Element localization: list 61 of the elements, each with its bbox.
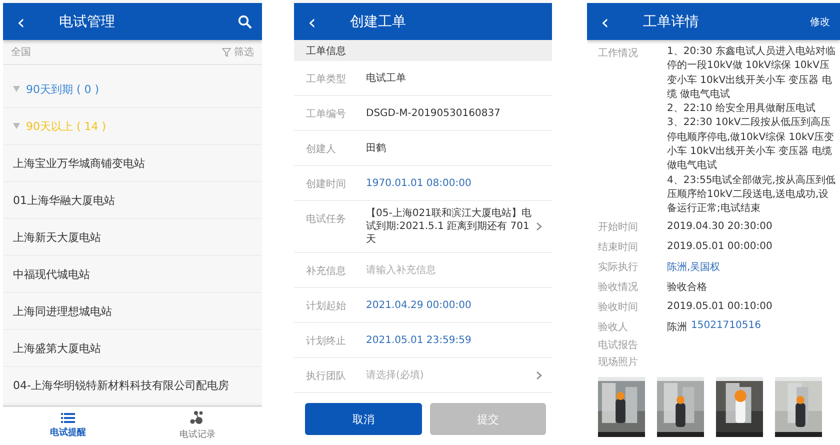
network-icon bbox=[190, 411, 204, 425]
field-label: 结束时间 bbox=[598, 240, 639, 254]
section-header: 工单信息 bbox=[294, 40, 552, 61]
station-item[interactable]: 上海同进理想城电站 bbox=[3, 293, 262, 330]
task-picker[interactable]: 【05-上海021联和滨江大厦电站】电试到期:2021.5.1 距离到期还有 701 天 bbox=[366, 201, 532, 252]
screen-title: 工单详情 bbox=[642, 12, 700, 30]
field-value: 陈洲 bbox=[667, 320, 687, 334]
action-button[interactable]: 取消 bbox=[305, 403, 422, 435]
field-label: 执行团队 bbox=[306, 370, 347, 383]
screen-title: 创建工单 bbox=[349, 12, 407, 30]
field-label: 创建时间 bbox=[306, 178, 347, 191]
field-value: 2019.04.30 20:30:00 bbox=[667, 221, 772, 232]
date-field[interactable]: 1970.01.01 08:00:00 bbox=[366, 178, 542, 188]
back-button[interactable]: ‹ bbox=[601, 12, 631, 32]
group-header[interactable]: 90天到期 ( 0 ) bbox=[3, 71, 262, 108]
chevron-icon bbox=[536, 370, 542, 380]
field-value: 2019.05.01 00:00:00 bbox=[667, 241, 772, 252]
contact-link[interactable]: 陈洲,吴国权 bbox=[667, 260, 720, 274]
field-label: 补充信息 bbox=[306, 264, 347, 278]
station-item[interactable]: 上海新天大厦电站 bbox=[3, 219, 262, 256]
field-label: 工作情况 bbox=[598, 46, 639, 61]
bottom-tab[interactable]: 电试记录 bbox=[132, 407, 262, 445]
field-label: 实际执行 bbox=[598, 260, 639, 274]
filter-icon[interactable] bbox=[222, 48, 231, 56]
contact-link[interactable]: 15021710516 bbox=[691, 320, 761, 334]
section-label: 电试报告 bbox=[598, 338, 639, 353]
date-field[interactable]: 2021.05.01 23:59:59 bbox=[366, 334, 542, 346]
back-button[interactable]: ‹ bbox=[17, 12, 47, 32]
field-value: 2019.05.01 00:10:00 bbox=[667, 301, 772, 312]
station-item[interactable]: 04-上海华明锐特新材料科技有限公司配电房 bbox=[3, 367, 262, 404]
field-label: 计划终止 bbox=[306, 334, 347, 348]
work-note: 4、23:55电试全部做完,按从高压到低压顺序给10kV二段送电,送电成功,设备运行正常;电试结束 bbox=[667, 174, 836, 216]
field-value: 验收合格 bbox=[667, 280, 707, 294]
work-note: 1、20:30 东鑫电试人员进入电站对临停的一段10kV做 10kV综保 10kV压变小车 10kV出线开关小车 变压器 电缆 做电气电试 bbox=[667, 45, 836, 102]
bottom-tab[interactable]: 电试提醒 bbox=[3, 407, 132, 445]
date-field[interactable]: 2021.04.29 00:00:00 bbox=[366, 300, 542, 310]
screen-title: 电试管理 bbox=[58, 12, 116, 30]
field-label: 验收情况 bbox=[598, 280, 639, 294]
field-label: 计划起始 bbox=[306, 300, 347, 313]
field-label: 工单类型 bbox=[306, 72, 347, 86]
field-label: 工单编号 bbox=[306, 108, 347, 121]
field-label: 电试任务 bbox=[306, 212, 347, 226]
station-item[interactable]: 上海宝业万华城商铺变电站 bbox=[3, 145, 262, 182]
edit-button[interactable]: 修改 bbox=[810, 14, 830, 28]
section-label: 现场照片 bbox=[598, 356, 639, 370]
search-icon[interactable] bbox=[238, 14, 252, 28]
field-value: DSGD-M-20190530160837 bbox=[366, 108, 502, 118]
field-label: 验收人 bbox=[598, 320, 629, 334]
station-item[interactable]: 01上海华融大厦电站 bbox=[3, 182, 262, 219]
work-note: 3、22:30 10kV二段按从低压到高压停电顺序停电,做10kV综保 10kV压变小车 10kV出线开关小车 变压器 电缆做电气电试 bbox=[667, 116, 836, 174]
field-value: 电试工单 bbox=[366, 72, 407, 85]
field-label: 开始时间 bbox=[598, 220, 639, 234]
field-label: 创建人 bbox=[306, 142, 337, 156]
list-icon bbox=[60, 413, 75, 423]
station-item[interactable]: 上海盛第大厦电站 bbox=[3, 330, 262, 367]
station-item[interactable]: 中福现代城电站 bbox=[3, 256, 262, 293]
field-value: 田鹤 bbox=[366, 142, 387, 155]
back-button[interactable]: ‹ bbox=[308, 12, 338, 32]
field-label: 验收时间 bbox=[598, 300, 639, 314]
chevron-icon bbox=[536, 222, 542, 231]
work-note: 2、22:10 给安全用具做耐压电试 bbox=[667, 102, 816, 116]
